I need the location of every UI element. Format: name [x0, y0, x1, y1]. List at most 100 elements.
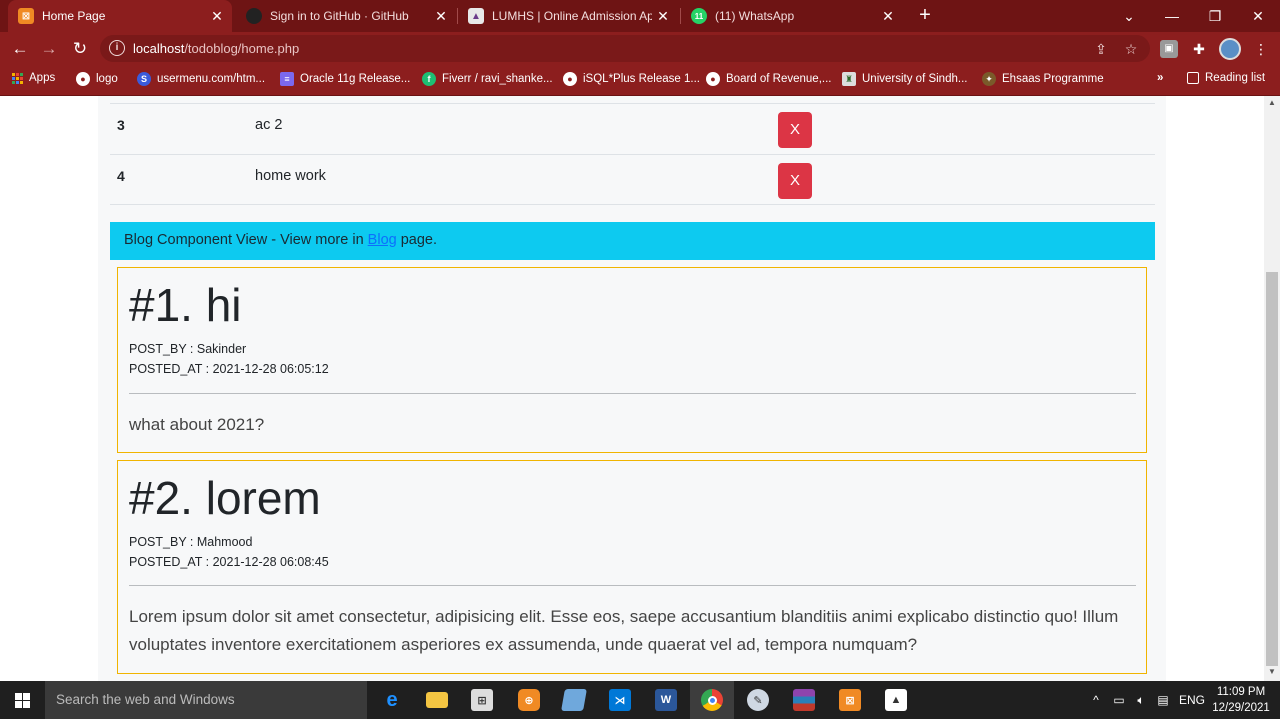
tab-close-icon[interactable]: ✕: [430, 8, 452, 25]
battery-icon[interactable]: ▭: [1110, 681, 1128, 719]
taskbar-app-orange[interactable]: ⊕: [507, 681, 551, 719]
taskbar-winrar[interactable]: [782, 681, 826, 719]
bookmark-label: usermenu.com/htm...: [157, 73, 266, 85]
reading-list-button[interactable]: Reading list: [1187, 72, 1265, 84]
tab-title: LUMHS | Online Admission Applic: [492, 9, 652, 23]
bookmark-label: Ehsaas Programme: [1002, 73, 1104, 85]
bookmark-label: iSQL*Plus Release 1...: [583, 73, 700, 85]
page-scrollbar[interactable]: ▲ ▼: [1264, 96, 1280, 681]
blog-link[interactable]: Blog: [368, 232, 397, 248]
scroll-down-arrow-icon[interactable]: ▼: [1264, 667, 1280, 679]
document-icon: ≡: [280, 72, 294, 86]
bookmark-fiverr[interactable]: f Fiverr / ravi_shanke...: [422, 72, 553, 86]
vscode-icon: ⋊: [609, 689, 631, 711]
tab-close-icon[interactable]: ✕: [652, 8, 674, 25]
taskbar-search-box[interactable]: Search the web and Windows: [45, 681, 367, 719]
orange-app-icon: ⊕: [518, 689, 540, 711]
globe-icon: ●: [563, 72, 577, 86]
bookmarks-overflow-button[interactable]: »: [1157, 72, 1163, 84]
tab-search-chevron-icon[interactable]: ⌄: [1107, 0, 1151, 32]
tab-whatsapp[interactable]: 11 (11) WhatsApp ✕: [681, 0, 903, 32]
taskbar-xampp[interactable]: ⊠: [828, 681, 872, 719]
post-author: POST_BY : Sakinder: [129, 342, 247, 356]
taskbar-app-blue[interactable]: [552, 681, 596, 719]
store-bag-icon: ⊞: [471, 689, 493, 711]
lumhs-favicon-icon: ▲: [468, 8, 484, 24]
bookmark-usermenu[interactable]: S usermenu.com/htm...: [137, 72, 265, 86]
bookmark-label: Oracle 11g Release...: [300, 73, 411, 85]
alert-prefix: Blog Component View - View more in: [124, 232, 368, 248]
language-indicator[interactable]: ENG: [1178, 681, 1206, 719]
tab-strip: ⊠ Home Page ✕ Sign in to GitHub · GitHub…: [0, 0, 1280, 32]
minimize-icon[interactable]: —: [1150, 0, 1194, 32]
bookmark-isqlplus[interactable]: ● iSQL*Plus Release 1...: [563, 72, 700, 86]
forward-arrow-icon[interactable]: →: [37, 37, 61, 61]
taskbar-word[interactable]: W: [644, 681, 688, 719]
ehsaas-icon: ✦: [982, 72, 996, 86]
taskbar-chrome[interactable]: [690, 681, 734, 719]
back-arrow-icon[interactable]: ←: [8, 37, 32, 61]
browser-toolbar: ← → ↻ i localhost/todoblog/home.php ⇪ ☆ …: [0, 32, 1280, 65]
url-host: localhost: [133, 41, 185, 56]
bookmark-label: Board of Revenue,...: [726, 73, 832, 85]
taskbar-file-explorer[interactable]: [415, 681, 459, 719]
site-info-icon[interactable]: i: [109, 40, 125, 56]
tab-close-icon[interactable]: ✕: [206, 8, 228, 25]
whatsapp-favicon-icon: 11: [691, 8, 707, 24]
restore-icon[interactable]: ❐: [1193, 0, 1237, 32]
post-date: POSTED_AT : 2021-12-28 06:08:45: [129, 555, 329, 569]
todo-table: 3 ac 2 X 4 home work X: [110, 103, 1155, 205]
bookmark-label: Apps: [29, 72, 56, 84]
tab-title: Sign in to GitHub · GitHub: [270, 9, 409, 23]
taskbar-vscode[interactable]: ⋊: [598, 681, 642, 719]
clock-time: 11:09 PM: [1216, 686, 1266, 698]
bookmark-ehsaas[interactable]: ✦ Ehsaas Programme: [982, 72, 1104, 86]
delete-todo-button[interactable]: X: [778, 163, 812, 199]
post-title: #2. lorem: [129, 472, 321, 524]
todo-text: home work: [255, 168, 326, 184]
bookmark-logo[interactable]: ● logo: [76, 72, 118, 86]
share-icon[interactable]: ⇪: [1092, 40, 1110, 58]
tab-title: (11) WhatsApp: [715, 9, 795, 23]
alert-suffix: page.: [396, 232, 438, 248]
bookmarks-overflow-label: »: [1157, 72, 1164, 84]
close-window-icon[interactable]: ✕: [1236, 0, 1280, 32]
taskbar-edge[interactable]: e: [370, 681, 414, 719]
post-date: POSTED_AT : 2021-12-28 06:05:12: [129, 362, 329, 376]
clock-date: 12/29/2021: [1212, 702, 1270, 714]
bookmark-university-of-sindh[interactable]: ♜ University of Sindh...: [842, 72, 967, 86]
post-divider: [129, 393, 1136, 394]
volume-icon[interactable]: 🔈︎: [1131, 681, 1151, 719]
tab-home-page[interactable]: ⊠ Home Page ✕: [8, 0, 232, 32]
bookmark-board-of-revenue[interactable]: ● Board of Revenue,...: [706, 72, 831, 86]
taskbar-clock[interactable]: 11:09 PM 12/29/2021: [1208, 684, 1274, 716]
profile-avatar[interactable]: [1219, 38, 1241, 60]
taskbar-photos[interactable]: ▲: [874, 681, 918, 719]
puzzle-extensions-icon[interactable]: ✚: [1190, 40, 1208, 58]
taskbar-paint[interactable]: ✎: [736, 681, 780, 719]
taskbar-store[interactable]: ⊞: [460, 681, 504, 719]
tab-close-icon[interactable]: ✕: [877, 8, 899, 25]
address-bar[interactable]: i localhost/todoblog/home.php ⇪ ☆: [100, 35, 1150, 62]
extension-icon[interactable]: ▣: [1160, 40, 1178, 58]
action-center-icon[interactable]: ▤: [1154, 681, 1172, 719]
university-crest-icon: ♜: [842, 72, 856, 86]
bookmark-star-icon[interactable]: ☆: [1122, 40, 1140, 58]
todo-text: ac 2: [255, 117, 283, 133]
scroll-thumb[interactable]: [1266, 272, 1278, 666]
todo-row: 4 home work X: [110, 154, 1155, 205]
todo-number: 3: [117, 117, 125, 133]
reload-icon[interactable]: ↻: [68, 37, 92, 61]
delete-todo-button[interactable]: X: [778, 112, 812, 148]
tab-github-signin[interactable]: Sign in to GitHub · GitHub ✕: [236, 0, 456, 32]
new-tab-plus-icon[interactable]: +: [913, 4, 937, 28]
tab-lumhs[interactable]: ▲ LUMHS | Online Admission Applic ✕: [458, 0, 678, 32]
start-button[interactable]: [0, 681, 45, 719]
bookmark-label: logo: [96, 73, 118, 85]
scroll-up-arrow-icon[interactable]: ▲: [1264, 98, 1280, 110]
folder-icon: [426, 692, 448, 708]
kebab-menu-icon[interactable]: ⋮: [1252, 40, 1270, 58]
show-hidden-icons-chevron-icon[interactable]: ^: [1088, 681, 1104, 719]
bookmark-apps[interactable]: Apps: [12, 72, 55, 84]
bookmark-oracle[interactable]: ≡ Oracle 11g Release...: [280, 72, 410, 86]
